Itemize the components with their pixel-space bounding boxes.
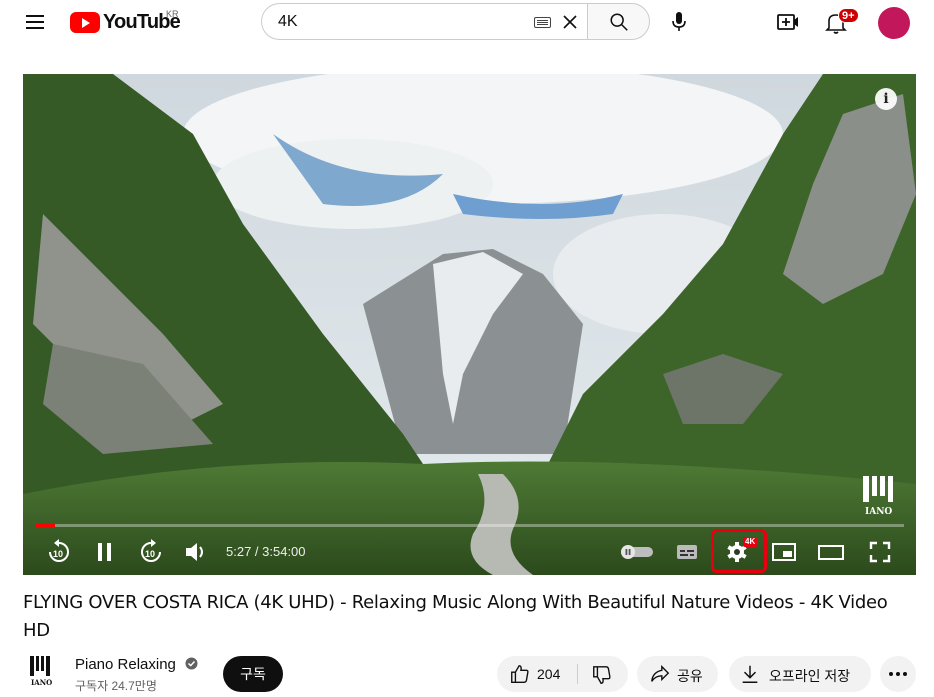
verified-icon <box>185 657 198 670</box>
channel-watermark-logo[interactable]: IANO <box>861 474 895 516</box>
svg-text:IANO: IANO <box>865 507 892 516</box>
youtube-play-icon <box>70 11 100 33</box>
share-label: 공유 <box>677 668 703 684</box>
theater-mode-icon[interactable] <box>817 537 845 567</box>
volume-icon[interactable] <box>183 537 209 567</box>
menu-icon[interactable] <box>22 10 48 34</box>
channel-avatar[interactable]: IANO <box>29 655 59 687</box>
youtube-logo[interactable]: YouTube <box>70 11 181 33</box>
search-box <box>261 3 587 40</box>
info-icon[interactable]: i <box>875 88 897 110</box>
video-player[interactable]: i IANO 10 10 5:27 / 3:54:00 4K <box>23 74 916 575</box>
search-input[interactable] <box>278 4 518 39</box>
pause-icon[interactable] <box>93 537 117 567</box>
svg-text:IANO: IANO <box>31 678 52 687</box>
forward-10-icon[interactable]: 10 <box>137 537 165 567</box>
rewind-10-icon[interactable]: 10 <box>45 537 73 567</box>
notification-count-badge: 9+ <box>838 8 859 23</box>
top-bar: YouTube KR 9+ <box>0 0 934 46</box>
svg-text:10: 10 <box>53 549 63 559</box>
account-avatar[interactable] <box>878 7 910 39</box>
quality-badge: 4K <box>743 537 758 547</box>
voice-search-icon[interactable] <box>667 9 691 35</box>
like-icon[interactable] <box>509 663 531 685</box>
share-button[interactable]: 공유 <box>637 656 718 692</box>
region-code: KR <box>166 9 179 19</box>
svg-text:10: 10 <box>145 549 155 559</box>
progress-bar[interactable] <box>35 524 904 527</box>
video-title: FLYING OVER COSTA RICA (4K UHD) - Relaxi… <box>23 592 888 641</box>
fullscreen-icon[interactable] <box>867 537 893 567</box>
dislike-icon[interactable] <box>591 664 613 686</box>
create-video-icon[interactable] <box>776 10 800 34</box>
download-icon <box>742 665 758 683</box>
like-dislike-group: 204 <box>497 656 628 692</box>
channel-name[interactable]: Piano Relaxing <box>75 656 176 673</box>
miniplayer-icon[interactable] <box>771 537 797 567</box>
clear-search-icon[interactable] <box>559 11 581 33</box>
more-actions-button[interactable] <box>880 656 916 692</box>
subscribe-button[interactable]: 구독 <box>223 656 283 692</box>
keyboard-icon[interactable] <box>534 17 551 28</box>
autoplay-toggle[interactable] <box>619 544 655 560</box>
download-label: 오프라인 저장 <box>769 668 851 684</box>
subtitles-icon[interactable] <box>675 537 699 567</box>
subscriber-count: 구독자 24.7만명 <box>75 679 157 693</box>
video-frame <box>23 74 916 575</box>
search-button[interactable] <box>587 3 650 40</box>
search-icon <box>610 13 628 31</box>
time-display: 5:27 / 3:54:00 <box>226 544 306 559</box>
like-count[interactable]: 204 <box>537 666 560 682</box>
like-divider <box>577 664 578 684</box>
more-horiz-icon <box>889 672 907 676</box>
download-button[interactable]: 오프라인 저장 <box>729 656 871 692</box>
progress-bar-played <box>35 524 55 527</box>
share-icon <box>651 665 670 682</box>
